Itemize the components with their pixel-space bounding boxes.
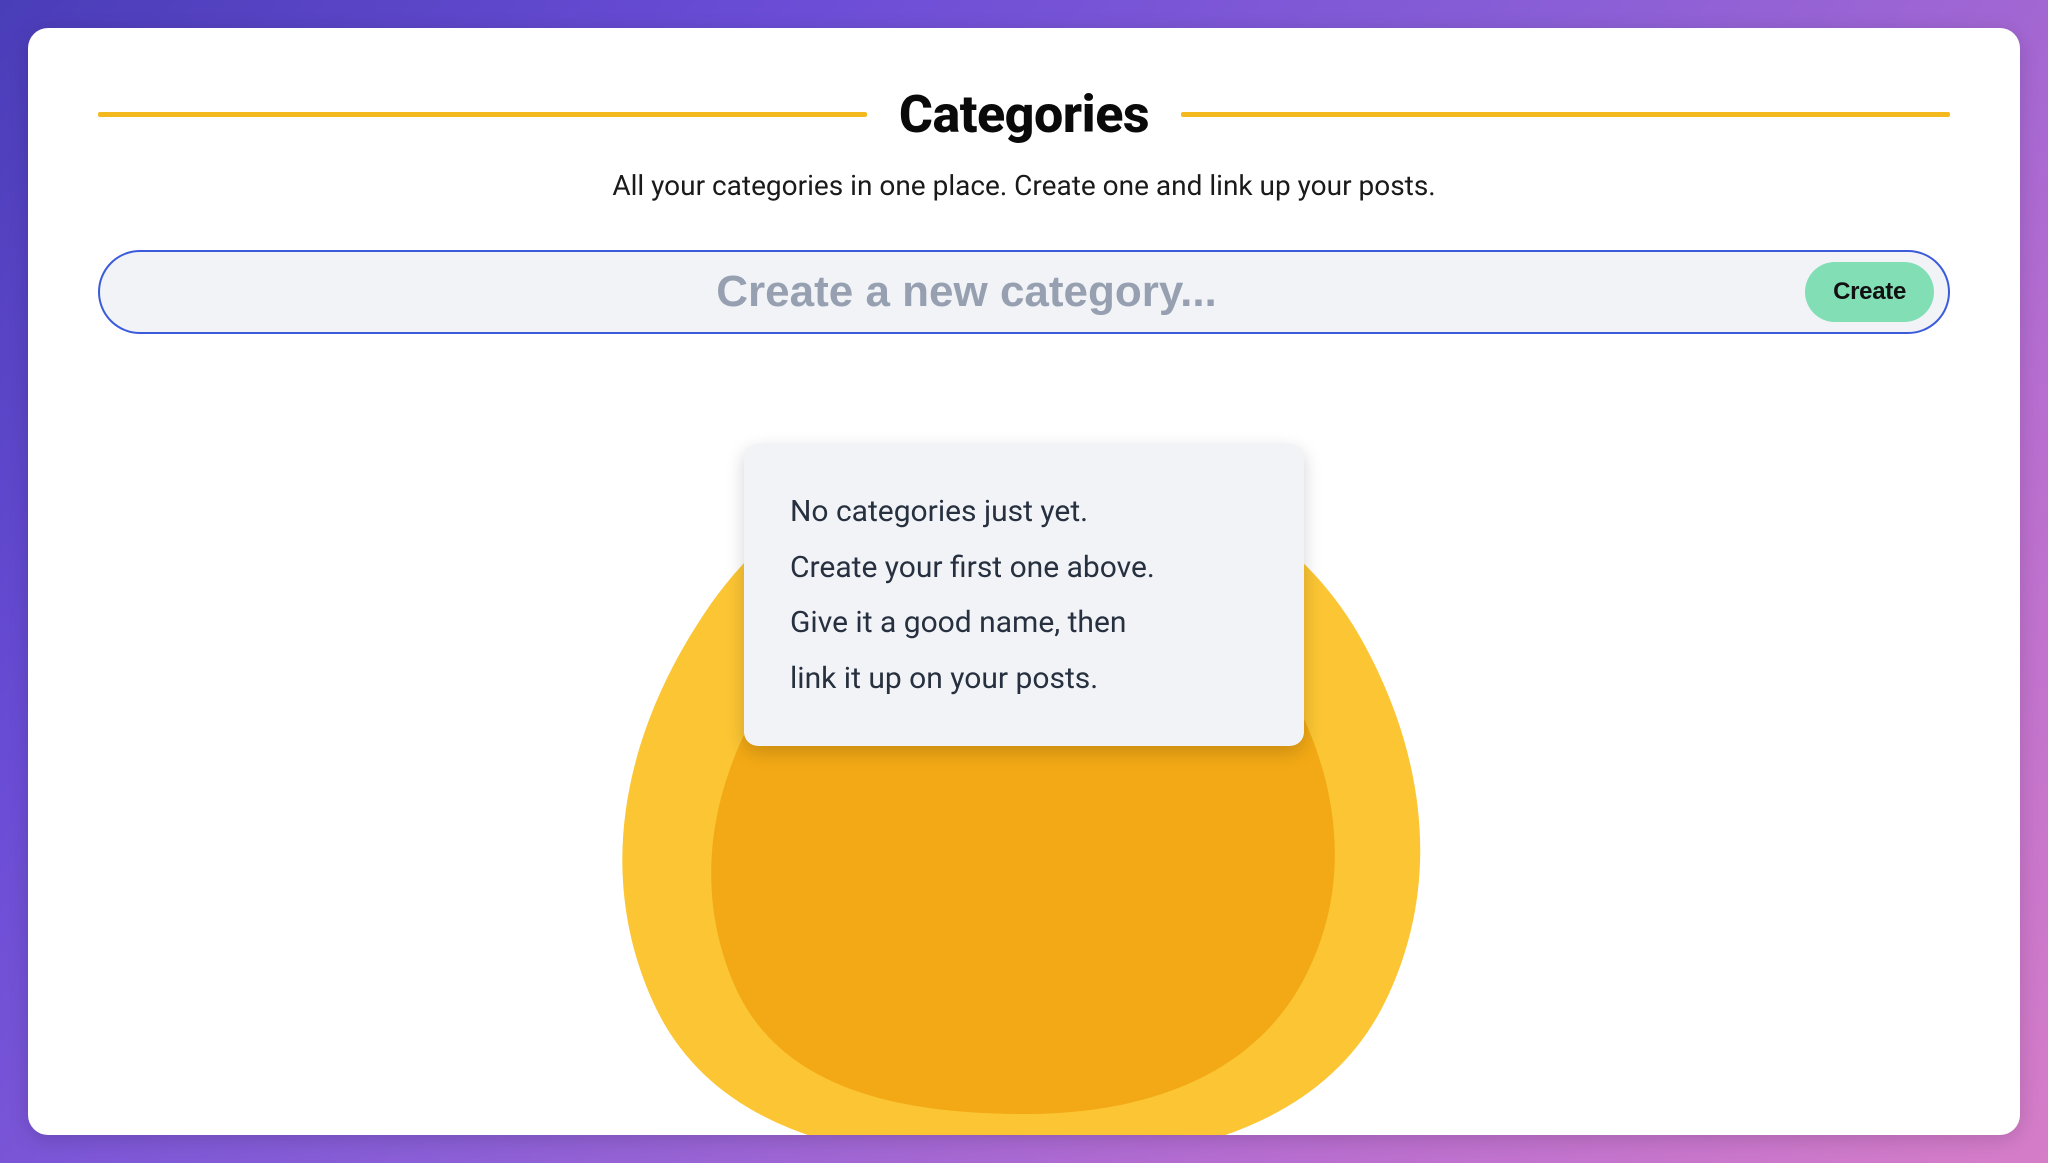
- category-name-input[interactable]: [128, 263, 1805, 321]
- title-divider-right: [1181, 112, 1950, 117]
- empty-state-line: Give it a good name, then: [790, 595, 1258, 651]
- page-subtitle: All your categories in one place. Create…: [98, 169, 1950, 202]
- page-title: Categories: [899, 84, 1149, 145]
- empty-state-line: No categories just yet.: [790, 484, 1258, 540]
- empty-state-line: link it up on your posts.: [790, 651, 1258, 707]
- title-row: Categories: [98, 84, 1950, 145]
- create-button[interactable]: Create: [1805, 262, 1934, 322]
- empty-state: No categories just yet. Create your firs…: [98, 374, 1950, 894]
- main-card: Categories All your categories in one pl…: [28, 28, 2020, 1135]
- empty-state-card: No categories just yet. Create your firs…: [744, 444, 1304, 746]
- title-divider-left: [98, 112, 867, 117]
- empty-state-line: Create your first one above.: [790, 540, 1258, 596]
- create-category-form: Create: [98, 250, 1950, 334]
